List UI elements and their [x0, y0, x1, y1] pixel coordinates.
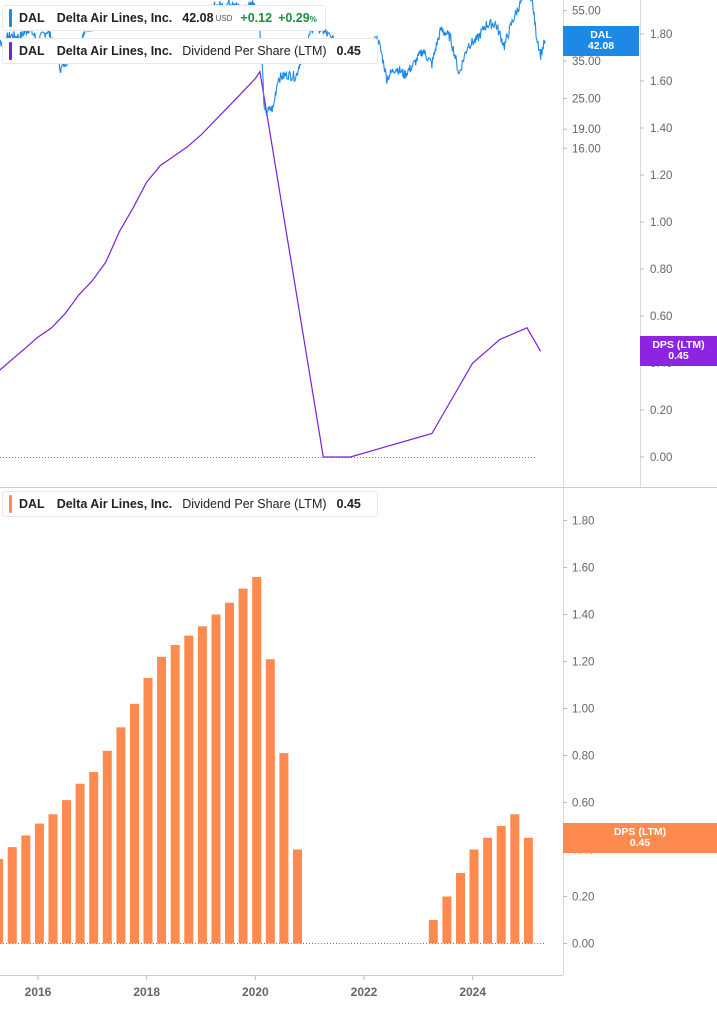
dps-axis-tick-label: 1.20	[650, 170, 672, 182]
dps-bar-tag-value: 0.45	[629, 836, 651, 849]
chart-root: 16.0019.0025.0035.0045.0055.0070.0085.00…	[0, 0, 717, 1005]
price-legend-swatch	[9, 9, 12, 27]
bottom-axis-tick-label: 0.00	[572, 939, 594, 951]
bottom-axis-tick-label: 0.60	[572, 798, 594, 810]
dps-bar	[252, 576, 262, 944]
dps-axis-tick-label: 1.40	[650, 123, 672, 135]
dps-bar	[143, 678, 153, 944]
time-axis-ticks: 2016 2018 2020 2022 2024	[25, 975, 486, 999]
dps-last-value-tag: DPS (LTM) 0.45	[640, 336, 717, 367]
dps-line-legend-metric: Dividend Per Share (LTM)	[182, 44, 327, 58]
time-axis-tick-label: 2022	[351, 985, 378, 999]
price-axis-tick-label: 55.00	[572, 6, 601, 18]
price-legend-value: 42.08	[182, 11, 214, 25]
dps-bar-legend-metric: Dividend Per Share (LTM)	[182, 497, 327, 511]
dps-bar-legend[interactable]: DAL Delta Air Lines, Inc. Dividend Per S…	[2, 491, 378, 517]
dps-bars	[0, 576, 533, 944]
dps-bar	[496, 826, 506, 944]
time-axis-tick-label: 2018	[133, 985, 160, 999]
bottom-axis-tick-label: 1.00	[572, 704, 594, 716]
dps-bar	[157, 656, 167, 944]
bottom-axis-tick-label: 0.80	[572, 751, 594, 763]
dps-line-legend-value: 0.45	[336, 44, 361, 58]
bottom-axis-ticks: 0.000.200.400.600.801.001.201.401.601.80	[563, 516, 594, 951]
dps-bar	[469, 849, 479, 944]
bottom-axis-tick-label: 1.80	[572, 516, 594, 528]
dps-bar	[34, 823, 44, 944]
dps-bar	[211, 614, 221, 944]
price-legend-name: Delta Air Lines, Inc.	[56, 11, 173, 25]
dps-axis-ticks: 0.000.200.400.600.801.001.201.401.601.80	[640, 29, 672, 464]
time-axis-tick-label: 2024	[459, 985, 486, 999]
time-axis-tick-label: 2020	[242, 985, 269, 999]
dps-axis-tick-label: 0.80	[650, 264, 672, 276]
price-legend-change-pct: +0.29%	[278, 11, 317, 25]
price-legend-ticker: DAL	[19, 11, 45, 25]
dps-bar	[0, 858, 4, 944]
dps-bar	[130, 703, 139, 944]
dps-bar	[21, 835, 31, 944]
price-axis-tick-label: 35.00	[572, 56, 601, 68]
dps-axis-tick-label: 1.80	[650, 29, 672, 41]
dps-bar	[442, 896, 452, 944]
dps-bar	[62, 800, 71, 944]
dps-bar	[225, 602, 234, 944]
dps-line-legend-name: Delta Air Lines, Inc.	[56, 44, 173, 58]
dps-bar	[89, 772, 99, 944]
price-legend-change: +0.12	[240, 11, 273, 25]
price-last-value-tag: DAL 42.08	[563, 25, 639, 56]
price-tag-value: 42.08	[587, 39, 615, 52]
dps-line-legend-ticker: DAL	[19, 44, 45, 58]
dps-bar	[265, 659, 275, 944]
price-axis-tick-label: 19.00	[572, 124, 601, 136]
bottom-axis-tick-label: 1.20	[572, 657, 594, 669]
price-axis-tick-label: 25.00	[572, 94, 601, 106]
bottom-axis-tick-label: 0.20	[572, 892, 594, 904]
dps-bar	[238, 588, 248, 944]
bottom-axis-tick-label: 1.40	[572, 610, 594, 622]
dps-line	[0, 69, 542, 458]
dps-axis-tick-label: 0.00	[650, 452, 672, 464]
dps-axis-tick-label: 1.60	[650, 76, 672, 88]
price-legend[interactable]: DAL Delta Air Lines, Inc. 42.08 USD +0.1…	[2, 5, 326, 31]
dps-bar-last-value-tag: DPS (LTM) 0.45	[563, 822, 717, 853]
dps-bar	[102, 750, 112, 944]
dps-bar	[7, 847, 17, 944]
bottom-axis-tick-label: 1.60	[572, 563, 594, 575]
price-tag-label: DAL	[590, 28, 612, 41]
price-axis-ticks: 16.0019.0025.0035.0045.0055.0070.0085.00	[563, 6, 601, 155]
dps-axis-tick-label: 0.60	[650, 311, 672, 323]
dps-tag-value: 0.45	[668, 350, 689, 363]
dps-bar	[428, 920, 438, 944]
dps-line-legend-swatch	[9, 42, 12, 60]
time-axis-tick-label: 2016	[25, 985, 52, 999]
dps-bar	[75, 783, 85, 944]
dps-bar	[184, 635, 194, 944]
dps-bar-legend-name: Delta Air Lines, Inc.	[56, 497, 173, 511]
dps-bar-legend-swatch	[9, 495, 12, 513]
dps-bar	[293, 849, 302, 944]
dps-bar-legend-value: 0.45	[336, 497, 361, 511]
price-axis-tick-label: 16.00	[572, 143, 601, 155]
dps-bar-legend-ticker: DAL	[19, 497, 45, 511]
dps-bar	[48, 814, 58, 944]
dps-line-legend[interactable]: DAL Delta Air Lines, Inc. Dividend Per S…	[2, 38, 378, 64]
dps-bar	[510, 814, 520, 944]
dps-bar	[170, 645, 180, 944]
dps-bar	[197, 626, 207, 944]
price-legend-currency: USD	[215, 13, 233, 23]
dps-bar	[116, 727, 126, 944]
dps-bar	[523, 837, 533, 944]
dps-bar	[483, 837, 493, 944]
dps-bar	[279, 753, 289, 944]
dps-bar	[456, 873, 465, 944]
dps-axis-tick-label: 0.20	[650, 405, 672, 417]
dps-axis-tick-label: 1.00	[650, 217, 672, 229]
